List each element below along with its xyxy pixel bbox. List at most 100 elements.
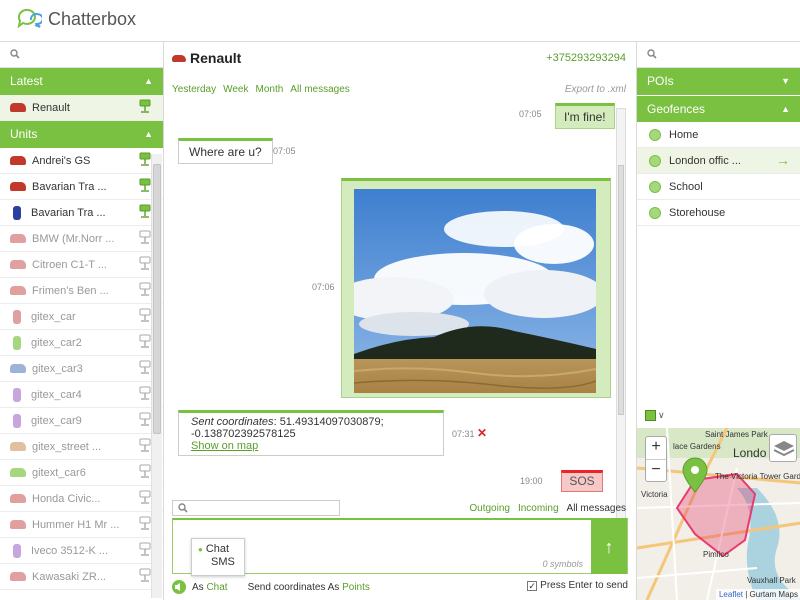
export-xml-link[interactable]: Export to .xml — [565, 84, 626, 95]
unit-row[interactable]: gitex_car4 — [0, 382, 163, 408]
vehicle-icon — [10, 286, 26, 295]
send-button[interactable]: ↑ — [591, 520, 627, 574]
connection-status-icon — [139, 282, 151, 299]
filter-week[interactable]: Week — [223, 84, 248, 95]
press-enter-checkbox[interactable]: ✓ — [527, 580, 538, 591]
geofence-row[interactable]: Home — [637, 122, 800, 148]
filter-yesterday[interactable]: Yesterday — [172, 84, 216, 95]
map-layers-toggle-icon[interactable] — [645, 410, 656, 421]
unit-row[interactable]: Renault — [0, 95, 163, 121]
connection-status-icon — [139, 230, 151, 247]
speaker-icon[interactable] — [172, 580, 186, 594]
connection-status-icon — [139, 412, 151, 429]
vehicle-icon — [13, 413, 21, 428]
unit-row[interactable]: gitex_car3 — [0, 356, 163, 382]
zoom-in-button[interactable]: + — [646, 437, 666, 459]
filter-all-messages[interactable]: All messages — [290, 84, 349, 95]
geofence-icon — [649, 206, 661, 219]
send-arrow-icon: ↑ — [604, 537, 614, 557]
map-layers-button[interactable] — [769, 434, 797, 462]
vehicle-icon — [13, 387, 21, 402]
unit-row[interactable]: Iveco 3512-K ... — [0, 538, 163, 564]
connection-status-icon — [139, 516, 151, 533]
vehicle-icon — [13, 543, 21, 558]
unit-name: Citroen C1-T ... — [32, 258, 107, 271]
app-logo[interactable]: Chatterbox — [16, 8, 136, 30]
unit-name: Andrei's GS — [32, 154, 91, 167]
delivery-failed-icon[interactable]: ✕ — [477, 426, 487, 440]
unit-row[interactable]: Bavarian Tra ... — [0, 200, 163, 226]
filter-all-directions[interactable]: All messages — [567, 503, 626, 514]
geofence-row[interactable]: School — [637, 174, 800, 200]
photo-image[interactable] — [354, 189, 596, 393]
map[interactable]: Saint James Park lace Gardens Londo The … — [637, 428, 800, 600]
unit-row[interactable]: Hummer H1 Mr ... — [0, 512, 163, 538]
units-section-header[interactable]: Units ▲ — [0, 121, 163, 148]
connection-status-icon — [139, 99, 151, 116]
zoom-out-button[interactable]: − — [646, 459, 666, 481]
unit-row[interactable]: Citroen C1-T ... — [0, 252, 163, 278]
message-type-menu[interactable]: ● Chat SMS — [191, 538, 245, 576]
period-filters: Yesterday Week Month All messages — [172, 84, 350, 95]
filter-outgoing[interactable]: Outgoing — [469, 503, 510, 514]
vehicle-icon — [10, 182, 26, 191]
units-search-input[interactable] — [0, 42, 163, 68]
units-section-label: Units — [10, 127, 38, 141]
type-option-chat[interactable]: ● Chat — [198, 543, 238, 556]
filter-month[interactable]: Month — [256, 84, 284, 95]
unit-row[interactable]: BMW (Mr.Norr ... — [0, 226, 163, 252]
geofence-row[interactable]: Storehouse — [637, 200, 800, 226]
message-input[interactable]: 0 symbols ↑ ● Chat SMS — [172, 518, 628, 576]
unit-name: gitex_car2 — [31, 336, 82, 349]
pois-section-header[interactable]: POIs ▼ — [637, 68, 800, 95]
chevron-down-icon[interactable]: ∨ — [658, 410, 665, 421]
message-time: 07:06 — [312, 282, 335, 292]
chat-scrollbar[interactable] — [616, 108, 626, 534]
message-composer: 0 symbols ↑ ● Chat SMS As Chat Send coord… — [172, 518, 628, 598]
latest-section-header[interactable]: Latest ▲ — [0, 68, 163, 95]
selected-dot-icon: ● — [198, 545, 203, 554]
scrollbar-thumb[interactable] — [618, 165, 624, 415]
unit-row[interactable]: Frimen's Ben ... — [0, 278, 163, 304]
unit-row[interactable]: Kawasaki ZR... — [0, 564, 163, 590]
as-type-link[interactable]: Chat — [206, 582, 227, 593]
app-title: Chatterbox — [48, 8, 137, 29]
app-header: Chatterbox — [0, 0, 800, 42]
units-scrollbar[interactable] — [151, 154, 162, 598]
connection-status-icon — [139, 386, 151, 403]
unit-row[interactable]: gitex_car — [0, 304, 163, 330]
vehicle-icon — [13, 205, 21, 220]
message-coordinates: Sent coordinates: 51.49314097030879; -0.… — [178, 410, 444, 456]
unit-row[interactable]: gitex_car2 — [0, 330, 163, 356]
filter-incoming[interactable]: Incoming — [518, 503, 559, 514]
connection-status-icon — [139, 490, 151, 507]
unit-name: Bavarian Tra ... — [32, 180, 107, 193]
unit-name: gitex_street ... — [32, 440, 102, 453]
geofence-row[interactable]: London offic ... → — [637, 148, 800, 174]
message-photo[interactable] — [341, 178, 611, 398]
press-enter-option[interactable]: ✓ Press Enter to send — [527, 580, 628, 591]
go-to-geofence-icon[interactable]: → — [776, 152, 790, 168]
scrollbar-thumb[interactable] — [153, 164, 161, 434]
type-option-sms[interactable]: SMS — [198, 556, 238, 569]
vehicle-icon — [13, 309, 21, 324]
unit-row[interactable]: gitex_street ... — [0, 434, 163, 460]
unit-row[interactable]: gitext_car6 — [0, 460, 163, 486]
unit-row[interactable]: Andrei's GS — [0, 148, 163, 174]
geo-search-input[interactable] — [637, 42, 800, 68]
vehicle-icon — [10, 234, 26, 243]
geofences-section-label: Geofences — [647, 102, 706, 116]
unit-name: gitex_car — [31, 310, 76, 323]
send-coords-type-link[interactable]: Points — [342, 582, 370, 593]
connection-status-icon — [139, 360, 151, 377]
vehicle-icon — [10, 156, 26, 165]
unit-row[interactable]: gitex_car9 — [0, 408, 163, 434]
leaflet-link[interactable]: Leaflet — [719, 590, 743, 599]
chevron-up-icon: ▲ — [144, 129, 153, 139]
chevron-down-icon: ▼ — [781, 76, 790, 86]
geofences-section-header[interactable]: Geofences ▲ — [637, 95, 800, 122]
show-on-map-link[interactable]: Show on map — [191, 440, 258, 452]
unit-row[interactable]: Bavarian Tra ... — [0, 174, 163, 200]
messages-search-input[interactable] — [172, 500, 340, 516]
unit-row[interactable]: Honda Civic... — [0, 486, 163, 512]
